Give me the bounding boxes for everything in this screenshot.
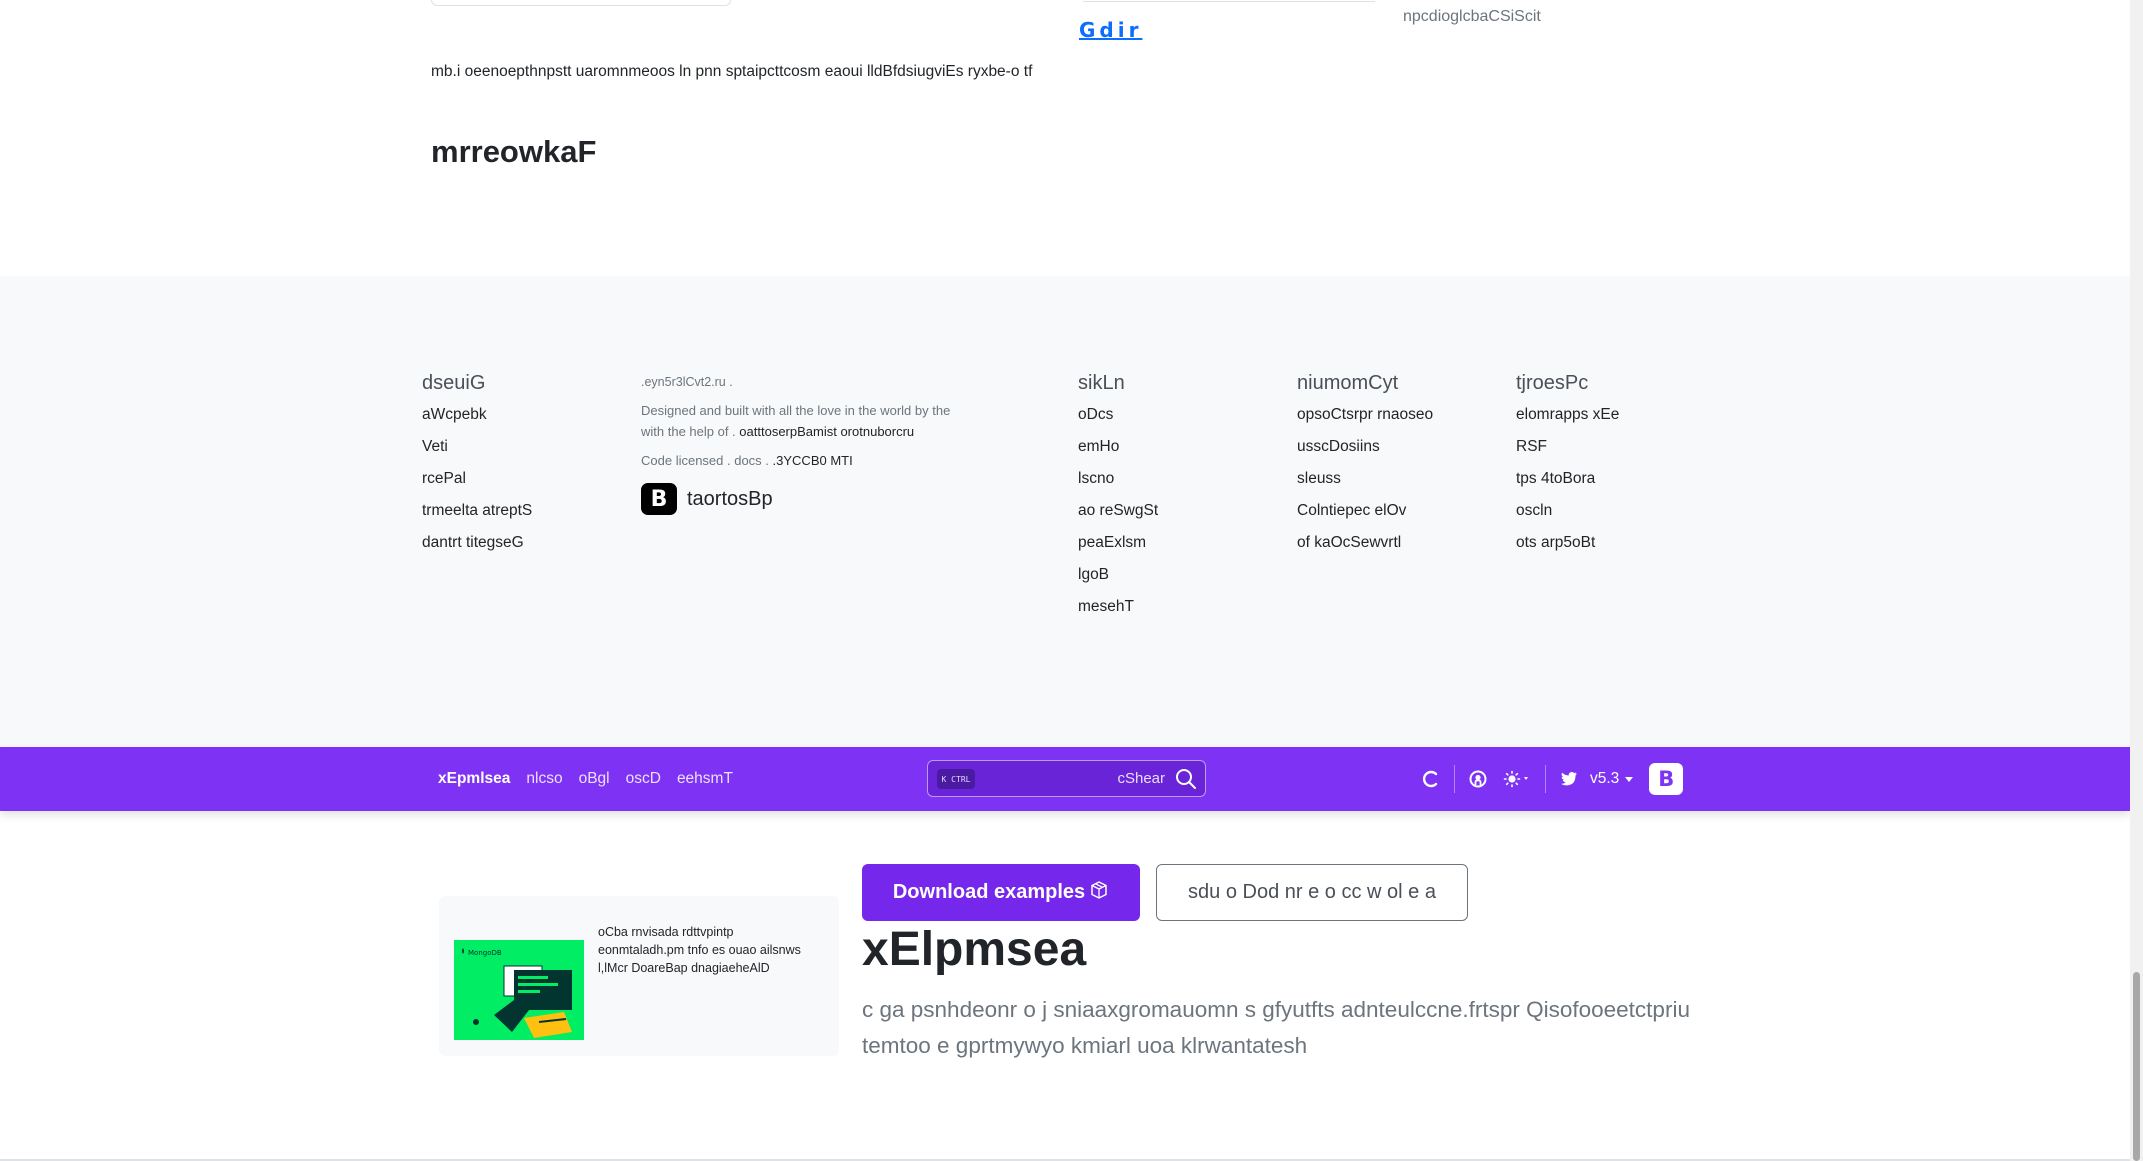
version-dropdown[interactable]: v5.3	[1590, 770, 1634, 788]
footer-link[interactable]: oscln	[1516, 501, 1619, 533]
nav-link-blog[interactable]: oBgl	[579, 770, 610, 788]
footer-link[interactable]: opsoCtsrpr rnaoseo	[1297, 405, 1433, 437]
divider-line	[1083, 0, 1375, 2]
footer-link[interactable]: rcePal	[422, 469, 532, 501]
gdir-link[interactable]: Gdir	[1079, 18, 1142, 42]
footer-link[interactable]: peaExlsm	[1078, 533, 1158, 565]
loader-icon[interactable]	[1420, 768, 1442, 790]
license-text: Code licensed . docs .	[641, 453, 769, 468]
page-title: xElpmsea	[862, 923, 1087, 976]
top-content: Gdir npcdioglcbaCSiScit mb.i oeenoepthnp…	[0, 0, 2130, 276]
footer-link[interactable]: sleuss	[1297, 469, 1433, 501]
footer-col-links: sikLn oDcs emHo lscno ao reSwgSt peaExls…	[1078, 372, 1158, 629]
scrollbar-thumb[interactable]	[2133, 972, 2140, 1161]
footer-link[interactable]: mesehT	[1078, 597, 1158, 629]
ad-text[interactable]: oCba rnvisada rdttvpintp eonmtaladh.pm t…	[598, 923, 823, 977]
footer-col-guides: dseuiG aWcpebk Veti rcePal trmeelta atre…	[422, 372, 532, 565]
footer-link[interactable]: lgoB	[1078, 565, 1158, 597]
section-heading: mrreowkaF	[431, 134, 597, 169]
intro-paragraph: mb.i oeenoepthnpstt uaromnmeoos ln pnn s…	[431, 63, 1033, 80]
footer-link[interactable]: oDcs	[1078, 405, 1158, 437]
footer-brand-link[interactable]: B taortosBp	[641, 483, 961, 515]
nav-link-themes[interactable]: eehsmT	[677, 770, 733, 788]
footer-link[interactable]: ots arp5oBt	[1516, 533, 1619, 565]
search-icon	[1175, 768, 1197, 790]
brand-name: taortosBp	[687, 487, 773, 510]
footer-version: .eyn5r3lCvt2.ru .	[641, 375, 733, 389]
input-edge[interactable]	[431, 0, 731, 6]
nav-link-docs[interactable]: oscD	[626, 770, 661, 788]
github-icon[interactable]	[1467, 768, 1489, 790]
site-footer: dseuiG aWcpebk Veti rcePal trmeelta atre…	[0, 276, 2130, 747]
nav-links: xEpmlsea nlcso oBgl oscD eehsmT	[438, 747, 733, 811]
shortcut-kbd: K CTRL	[937, 769, 975, 789]
outline-button[interactable]: sdu o Dod nr e o cc w ol e a	[1156, 864, 1468, 921]
footer-col-title: tjroesPc	[1516, 372, 1589, 394]
search-placeholder: cShear	[1117, 770, 1165, 787]
nav-link-icons[interactable]: nlcso	[526, 770, 562, 788]
nav-divider	[1545, 765, 1546, 793]
footer-col-title: niumomCyt	[1297, 372, 1399, 394]
twitter-icon[interactable]	[1558, 768, 1580, 790]
box-seam-icon	[1089, 880, 1109, 906]
footer-col-community: niumomCyt opsoCtsrpr rnaoseo usscDosiins…	[1297, 372, 1433, 565]
footer-link[interactable]: emHo	[1078, 437, 1158, 469]
download-button-label: Download examples	[892, 881, 1086, 903]
footer-link[interactable]: lscno	[1078, 469, 1158, 501]
download-examples-button[interactable]: Download examples	[862, 864, 1140, 921]
bootstrap-logo-icon: B	[641, 483, 677, 515]
version-label: v5.3	[1590, 770, 1620, 787]
nav-right: v5.3 B	[1420, 747, 1684, 811]
contributors-link[interactable]: oatttoserpBamist orotnuborcru	[739, 424, 914, 439]
ad-image-label: MongoDB	[468, 949, 502, 957]
license-link[interactable]: .3YCCB0 MTI	[773, 453, 853, 468]
nav-divider	[1454, 765, 1455, 793]
chevron-down-icon	[1625, 776, 1634, 782]
footer-designed: Designed and built with all the love in …	[641, 400, 961, 442]
footer-link[interactable]: Colntiepec elOv	[1297, 501, 1433, 533]
ad-image[interactable]: MongoDB	[454, 940, 584, 1040]
carbon-ad[interactable]: MongoDB oCba rnvisada rdttvpintp eonmtal…	[439, 896, 839, 1056]
footer-link[interactable]: ao reSwgSt	[1078, 501, 1158, 533]
footer-link[interactable]: trmeelta atreptS	[422, 501, 532, 533]
top-navbar: xEpmlsea nlcso oBgl oscD eehsmT K CTRL c…	[0, 747, 2130, 811]
footer-link[interactable]: of kaOcSewvrtl	[1297, 533, 1433, 565]
footer-link[interactable]: usscDosiins	[1297, 437, 1433, 469]
side-text: npcdioglcbaCSiScit	[1403, 8, 1541, 25]
footer-link[interactable]: tps 4toBora	[1516, 469, 1619, 501]
footer-col-title: sikLn	[1078, 372, 1125, 394]
lead-paragraph: c ga psnhdeonr o j sniaaxgromauomn s gfy…	[862, 997, 1690, 1058]
footer-col-projects: tjroesPc elomrapps xEe RSF tps 4toBora o…	[1516, 372, 1619, 565]
footer-link[interactable]: elomrapps xEe	[1516, 405, 1619, 437]
footer-link[interactable]: RSF	[1516, 437, 1619, 469]
footer-brand: .eyn5r3lCvt2.ru . Designed and built wit…	[641, 372, 961, 515]
footer-link[interactable]: Veti	[422, 437, 532, 469]
nav-link-examples[interactable]: xEpmlsea	[438, 770, 510, 788]
sun-icon[interactable]	[1503, 768, 1533, 790]
footer-col-title: dseuiG	[422, 372, 486, 394]
footer-link[interactable]: dantrt titegseG	[422, 533, 532, 565]
footer-license: Code licensed . docs . .3YCCB0 MTI	[641, 450, 961, 471]
footer-link[interactable]: aWcpebk	[422, 405, 532, 437]
search-button[interactable]: K CTRL cShear	[927, 760, 1206, 797]
bootstrap-brand-icon[interactable]: B	[1649, 763, 1684, 795]
